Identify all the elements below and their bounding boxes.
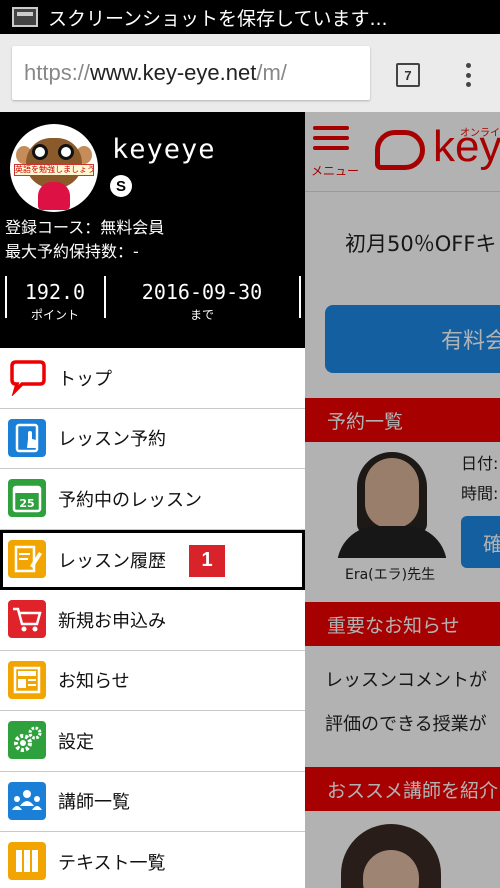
expiry-label: まで (189, 308, 214, 322)
menu-item-texts[interactable]: テキスト一覧 (0, 832, 305, 888)
menu-item-news[interactable]: お知らせ (0, 650, 305, 711)
menu-item-top[interactable]: トップ (0, 348, 305, 409)
max-reservations-info: 最大予約保持数：- (5, 242, 139, 261)
gears-icon (8, 721, 46, 759)
tablet-touch-icon (8, 418, 46, 457)
svg-text:25: 25 (19, 497, 34, 510)
menu-item-label: 予約中のレッスン (58, 489, 202, 511)
url-host: www.key-eye.net (90, 60, 257, 85)
menu-item-label: 新規お申込み (58, 610, 166, 632)
menu-item-label: お知らせ (58, 671, 130, 693)
status-bar: スクリーンショットを保存しています... (0, 0, 500, 34)
skype-icon[interactable]: S (110, 175, 132, 197)
screenshot-icon (12, 7, 38, 27)
points-stats: 192.0 ポイント 2016-09-30 まで (0, 272, 305, 322)
menu-item-label: トップ (58, 368, 112, 390)
menu-item-teachers[interactable]: 講師一覧 (0, 771, 305, 832)
menu-item-label: テキスト一覧 (58, 852, 166, 874)
books-icon (8, 842, 46, 880)
menu-item-reserved-lessons[interactable]: 25 予約中のレッスン (0, 469, 305, 530)
teachers-icon (8, 781, 46, 820)
navigation-drawer: 英語を勉強しましょう keyeye S 登録コース：無料会員 最大予約保持数：-… (0, 112, 305, 888)
menu-item-new-application[interactable]: 新規お申込み (0, 590, 305, 651)
menu-item-settings[interactable]: 設定 (0, 711, 305, 772)
url-bar[interactable]: https://www.key-eye.net/m/ (12, 46, 370, 100)
news-icon (8, 660, 46, 699)
status-notification: スクリーンショットを保存しています... (48, 7, 388, 30)
url-scheme: https:// (24, 60, 91, 85)
avatar-banner: 英語を勉強しましょう (14, 164, 94, 176)
speech-bubble-icon (8, 358, 46, 396)
points-value: 192.0 (24, 280, 86, 304)
tab-switcher-button[interactable]: 7 (396, 63, 420, 87)
drawer-overlay[interactable] (305, 112, 500, 888)
menu-item-lesson-booking[interactable]: レッスン予約 (0, 408, 305, 469)
notepad-pencil-icon (8, 539, 46, 578)
profile-header: 英語を勉強しましょう keyeye S 登録コース：無料会員 最大予約保持数：-… (0, 112, 305, 348)
menu-item-label: レッスン履歴 (58, 550, 166, 572)
menu-item-label: レッスン予約 (58, 429, 166, 451)
menu-item-label: 講師一覧 (58, 792, 130, 814)
browser-toolbar: https://www.key-eye.net/m/ 7 (0, 34, 500, 112)
overflow-menu-icon[interactable] (460, 61, 476, 89)
expiry-value: 2016-09-30 (141, 280, 263, 304)
background-page: メニュー オンライン key 初月50％OFFキ 有料会 予約一覧 Era(エラ… (305, 112, 500, 888)
points-label: ポイント (30, 308, 79, 322)
calendar-icon: 25 (8, 479, 46, 517)
url-path: /m/ (256, 60, 287, 85)
lesson-history-badge: 1 (189, 544, 225, 577)
drawer-menu: トップ レッスン予約 25 予約中のレッスン レッスン履歴 1 新規お申込み お… (0, 348, 305, 888)
username: keyeye (112, 134, 216, 165)
avatar: 英語を勉強しましょう (10, 124, 98, 212)
menu-item-label: 設定 (58, 731, 94, 753)
course-info: 登録コース：無料会員 (5, 218, 165, 237)
cart-icon (8, 600, 46, 638)
menu-item-lesson-history[interactable]: レッスン履歴 1 (0, 529, 305, 590)
